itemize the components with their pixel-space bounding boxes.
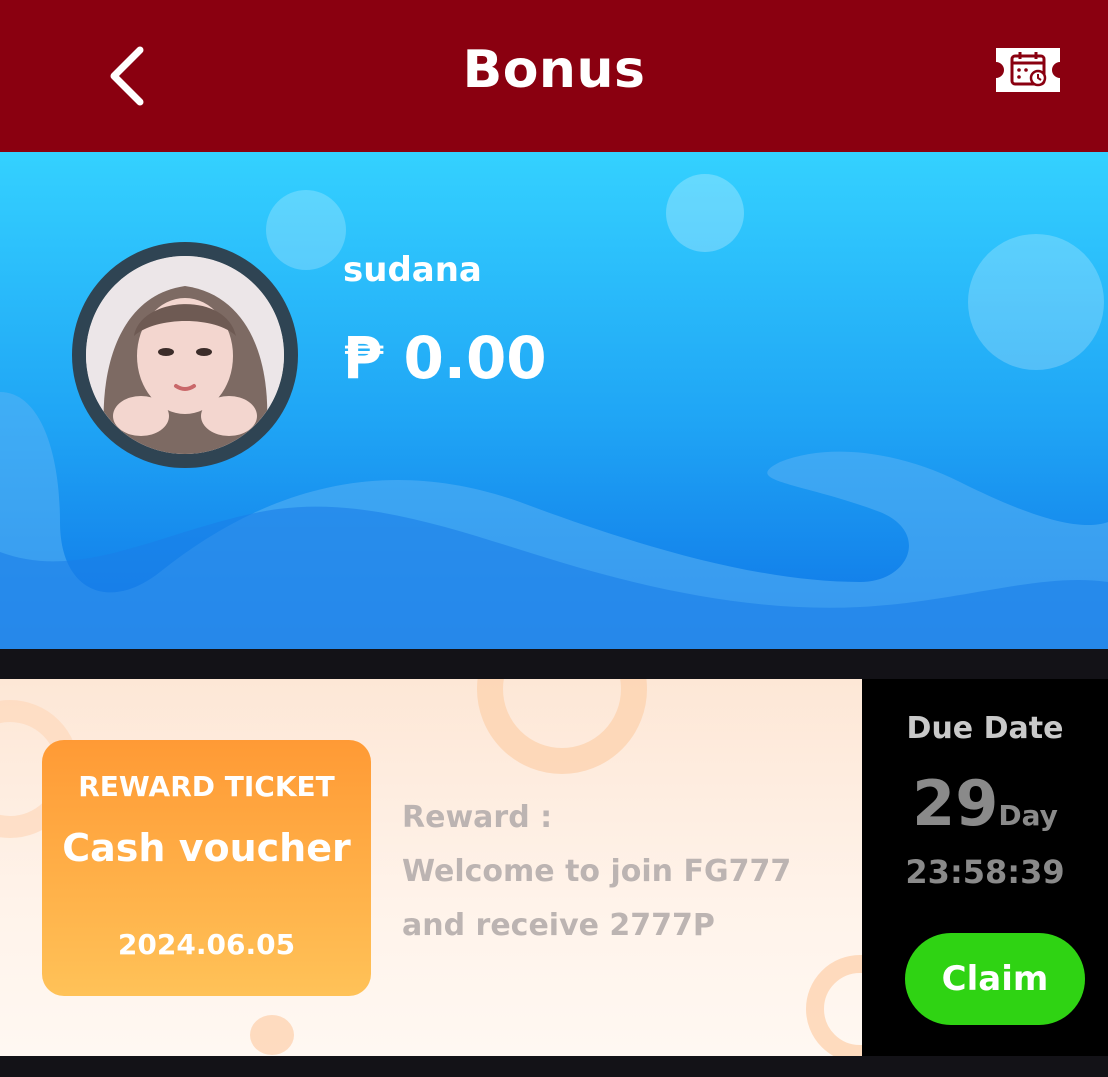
due-date-title: Due Date [906,711,1064,746]
header-bar: Bonus [0,0,1108,152]
due-days-count: 29 [912,767,999,840]
profile-card: sudana ₱ 0.00 [0,152,1108,649]
bottom-bar [0,1056,1108,1077]
calendar-ticket-button[interactable] [992,44,1064,96]
avatar[interactable] [72,242,298,468]
section-divider [0,649,1108,679]
page-title: Bonus [462,40,646,100]
reward-description: Reward : Welcome to join FG777 and recei… [402,791,842,953]
calendar-ticket-icon [996,48,1060,92]
due-days: 29Day [862,767,1108,840]
voucher-date: 2024.06.05 [117,928,296,961]
due-days-unit: Day [998,799,1058,832]
avatar-photo [86,256,284,454]
username: sudana [343,250,482,290]
reward-detail: Welcome to join FG777 and receive 2777P [402,854,792,943]
due-date-panel: Due Date 29Day 23:58:39 Claim [862,679,1108,1056]
countdown-timer: 23:58:39 [905,853,1065,891]
reward-ticket-card: REWARD TICKET Cash voucher 2024.06.05 Re… [0,679,862,1056]
voucher-ticket: REWARD TICKET Cash voucher 2024.06.05 [42,740,371,996]
claim-button[interactable]: Claim [905,933,1085,1025]
reward-title: Reward : [402,800,553,835]
voucher-label: REWARD TICKET [78,770,335,803]
voucher-name: Cash voucher [62,826,351,870]
balance-amount: ₱ 0.00 [343,324,547,392]
